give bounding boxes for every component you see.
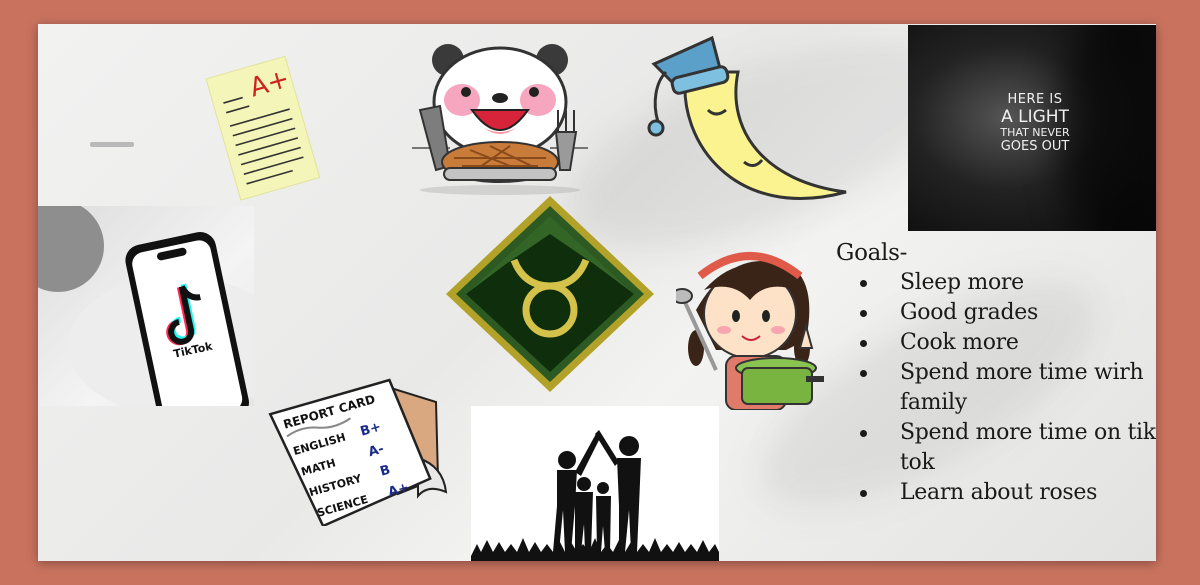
mood-board: A+ HERE IS A LIGHT THAT NEVER GOES OUT T…	[38, 24, 1156, 561]
goal-item: Learn about roses	[836, 478, 1156, 508]
goal-item: Cook more	[836, 328, 1156, 358]
taurus-sign-image	[444, 194, 656, 394]
report-card-image: REPORT CARD ENGLISH B+ MATH A- HISTORY B…	[268, 366, 454, 526]
goal-item: Sleep more	[836, 268, 1156, 298]
goal-item: Spend more time wirh family	[836, 358, 1156, 418]
light-quote-text: HERE IS A LIGHT THAT NEVER GOES OUT	[1000, 92, 1070, 155]
panda-eating-pie-image	[410, 40, 590, 200]
girl-cooking-image	[676, 230, 836, 410]
a-plus-paper: A+	[200, 54, 320, 204]
goal-item: Good grades	[836, 298, 1156, 328]
tiktok-phone-photo: TikTok	[38, 206, 254, 406]
goals-list: Goals- Sleep more Good grades Cook more …	[836, 240, 1156, 508]
goal-item: Spend more time on tik tok	[836, 418, 1156, 478]
light-quote-photo: HERE IS A LIGHT THAT NEVER GOES OUT	[908, 25, 1156, 231]
goals-title: Goals-	[836, 240, 908, 266]
family-silhouette-photo	[471, 406, 719, 561]
goals-items: Sleep more Good grades Cook more Spend m…	[836, 268, 1156, 508]
sleeping-moon-image	[646, 32, 856, 222]
divider-dash	[90, 142, 134, 147]
